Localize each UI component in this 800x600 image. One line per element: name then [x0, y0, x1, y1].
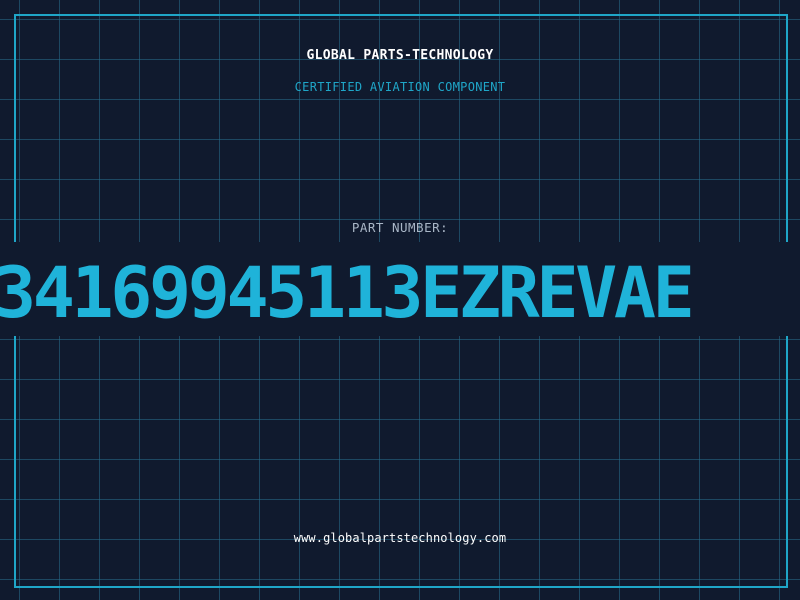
component-subtitle: CERTIFIED AVIATION COMPONENT: [294, 80, 506, 94]
part-number-value: 34169945113EZREVAE: [0, 258, 695, 328]
company-name: GLOBAL PARTS-TECHNOLOGY: [306, 48, 494, 63]
part-number-label: PART NUMBER:: [351, 220, 449, 235]
website-url: www.globalpartstechnology.com: [293, 531, 507, 545]
